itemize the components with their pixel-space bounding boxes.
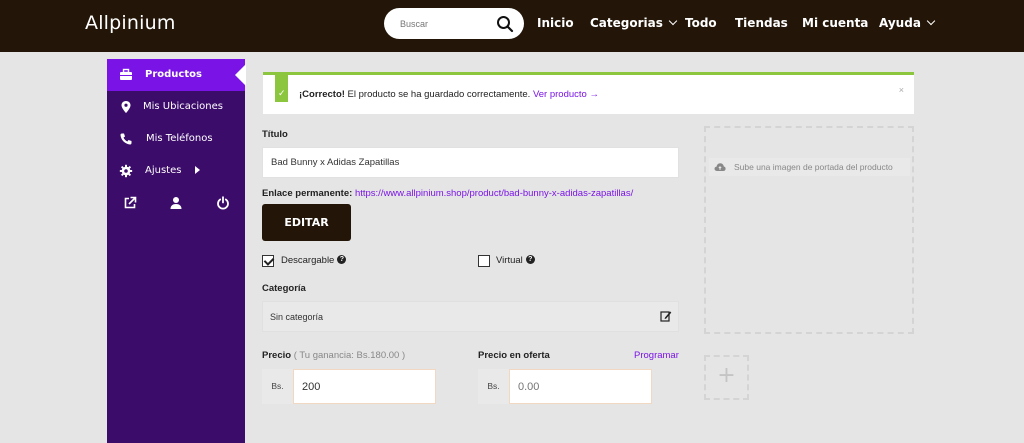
sidebar-item-telefonos[interactable]: Mis Teléfonos [107,123,245,155]
phone-icon [120,133,132,145]
power-icon[interactable] [216,196,230,210]
nav-mi-cuenta[interactable]: Mi cuenta [802,16,868,30]
help-icon[interactable]: ? [525,254,535,264]
plus-icon: + [717,363,736,388]
sale-price-input[interactable] [509,369,652,404]
title-label: Título [262,129,288,140]
nav-todo[interactable]: Todo [685,16,717,30]
sidebar-item-label: Productos [145,69,202,80]
check-icon: ✓ [278,88,286,98]
upload-cover-label: Sube una imagen de portada del producto [734,162,893,172]
dashboard-sidebar: Productos Mis Ubicaciones Mis Teléfonos … [107,59,246,443]
cover-image-dropzone[interactable]: Sube una imagen de portada del producto [704,126,914,334]
sale-price-field: Bs. [478,369,652,404]
help-icon[interactable]: ? [337,254,347,264]
edit-permalink-button[interactable]: EDITAR [262,204,351,241]
nav-categorias[interactable]: Categorias [590,16,678,30]
sidebar-item-ajustes[interactable]: Ajustes [107,155,245,187]
sidebar-item-productos[interactable]: Productos [107,59,246,91]
price-field: Bs. [262,369,436,404]
downloadable-label: Descargable [281,255,335,266]
sidebar-item-label: Mis Teléfonos [146,133,213,144]
nav-tiendas[interactable]: Tiendas [735,16,788,30]
sale-price-label: Precio en oferta [478,350,550,361]
sidebar-tools [107,196,245,216]
title-input[interactable] [262,147,679,178]
success-flag: ✓ [275,75,288,102]
alert-strong: ¡Correcto! [299,89,345,100]
currency-prefix: Bs. [478,369,509,404]
chevron-down-icon [668,16,678,26]
price-label: Precio ( Tu ganancia: Bs.180.00 ) [262,350,405,361]
currency-prefix: Bs. [262,369,293,404]
top-navbar: Allpinium Inicio Categorias Todo Tiendas… [0,0,1024,52]
sidebar-item-label: Ajustes [145,165,182,176]
category-value: Sin categoría [270,312,324,322]
sidebar-item-ubicaciones[interactable]: Mis Ubicaciones [107,91,245,123]
search-icon[interactable] [496,15,514,33]
external-link-icon[interactable] [123,196,137,210]
permalink: Enlace permanente: https://www.allpinium… [262,188,633,199]
search-box [384,8,524,39]
nav-label: Todo [685,16,717,30]
virtual-checkbox[interactable] [478,255,490,267]
virtual-option: Virtual? [496,254,535,266]
site-logo[interactable]: Allpinium [85,12,176,34]
user-icon[interactable] [169,196,183,210]
nav-label: Mi cuenta [802,16,869,30]
earnings-hint: ( Tu ganancia: Bs.180.00 ) [293,350,406,361]
permalink-url[interactable]: https://www.allpinium.shop/product/bad-b… [355,188,633,199]
search-input[interactable] [400,15,495,32]
downloadable-checkbox[interactable] [262,255,274,267]
alert-message: ¡Correcto! El producto se ha guardado co… [299,89,599,100]
upload-cover-button[interactable]: Sube una imagen de portada del producto [709,158,910,176]
nav-inicio[interactable]: Inicio [537,16,574,30]
nav-label: Ayuda [879,16,921,30]
category-select[interactable]: Sin categoría [262,301,679,332]
success-alert: ✓ ¡Correcto! El producto se ha guardado … [263,72,914,114]
schedule-sale-link[interactable]: Programar [634,350,679,361]
nav-label: Inicio [537,16,574,30]
price-input[interactable] [293,369,436,404]
price-label-text: Precio [262,350,292,361]
map-pin-icon [121,101,131,113]
gear-icon [119,164,133,178]
nav-ayuda[interactable]: Ayuda [879,16,936,30]
caret-right-icon [195,166,200,174]
briefcase-icon [120,68,132,80]
nav-label: Tiendas [735,16,788,30]
edit-icon[interactable] [660,310,672,322]
category-label: Categoría [262,283,306,294]
active-indicator [235,64,246,86]
view-product-link[interactable]: Ver producto → [533,89,599,100]
nav-label: Categorias [590,16,663,30]
downloadable-option: Descargable? [281,254,347,266]
add-gallery-image-button[interactable]: + [704,355,749,400]
alert-text: El producto se ha guardado correctamente… [344,89,533,100]
close-icon[interactable]: × [899,85,904,95]
permalink-label: Enlace permanente: [262,188,353,199]
sidebar-item-label: Mis Ubicaciones [143,101,223,112]
chevron-down-icon [926,16,936,26]
cloud-upload-icon [714,163,726,171]
virtual-label: Virtual [496,255,523,266]
